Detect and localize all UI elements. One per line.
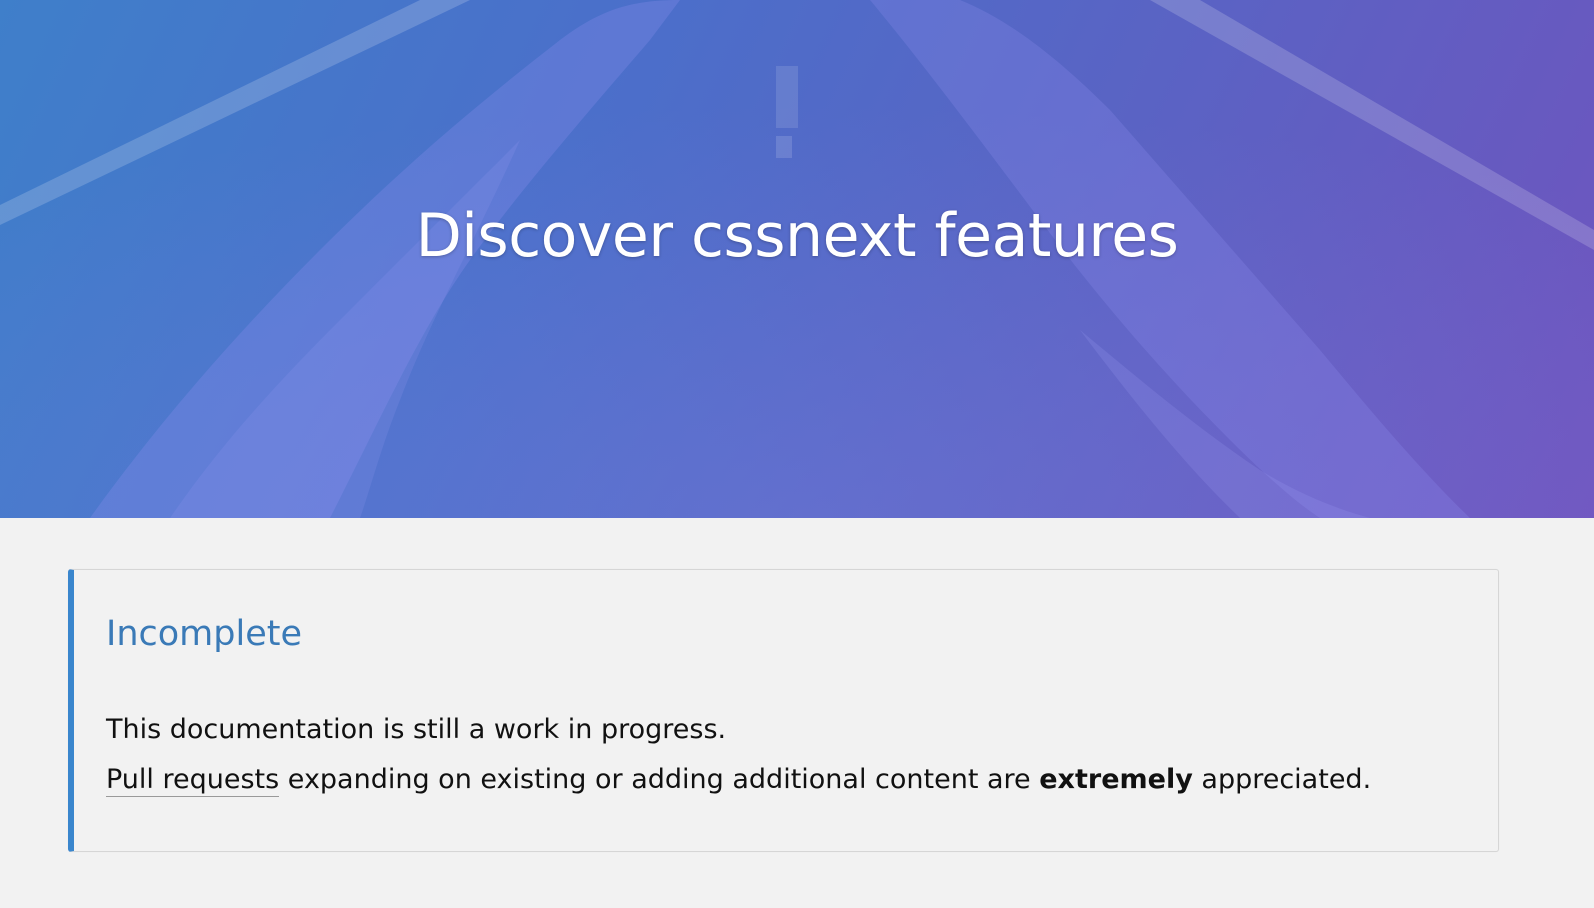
notice-line-2: Pull requests expanding on existing or a…: [106, 755, 1371, 805]
hero-banner: Discover cssnext features: [0, 0, 1594, 518]
notice-line-2-end: appreciated.: [1192, 764, 1372, 795]
notice-line-2-text: expanding on existing or adding addition…: [279, 764, 1040, 795]
notice-emphasis: extremely: [1039, 764, 1193, 795]
notice-line-1: This documentation is still a work in pr…: [106, 714, 727, 745]
notice-body: This documentation is still a work in pr…: [106, 705, 1371, 805]
notice-title: Incomplete: [106, 614, 302, 654]
pull-requests-link[interactable]: Pull requests: [106, 764, 280, 797]
incomplete-notice: Incomplete This documentation is still a…: [68, 569, 1499, 852]
page-title: Discover cssnext features: [415, 201, 1179, 271]
